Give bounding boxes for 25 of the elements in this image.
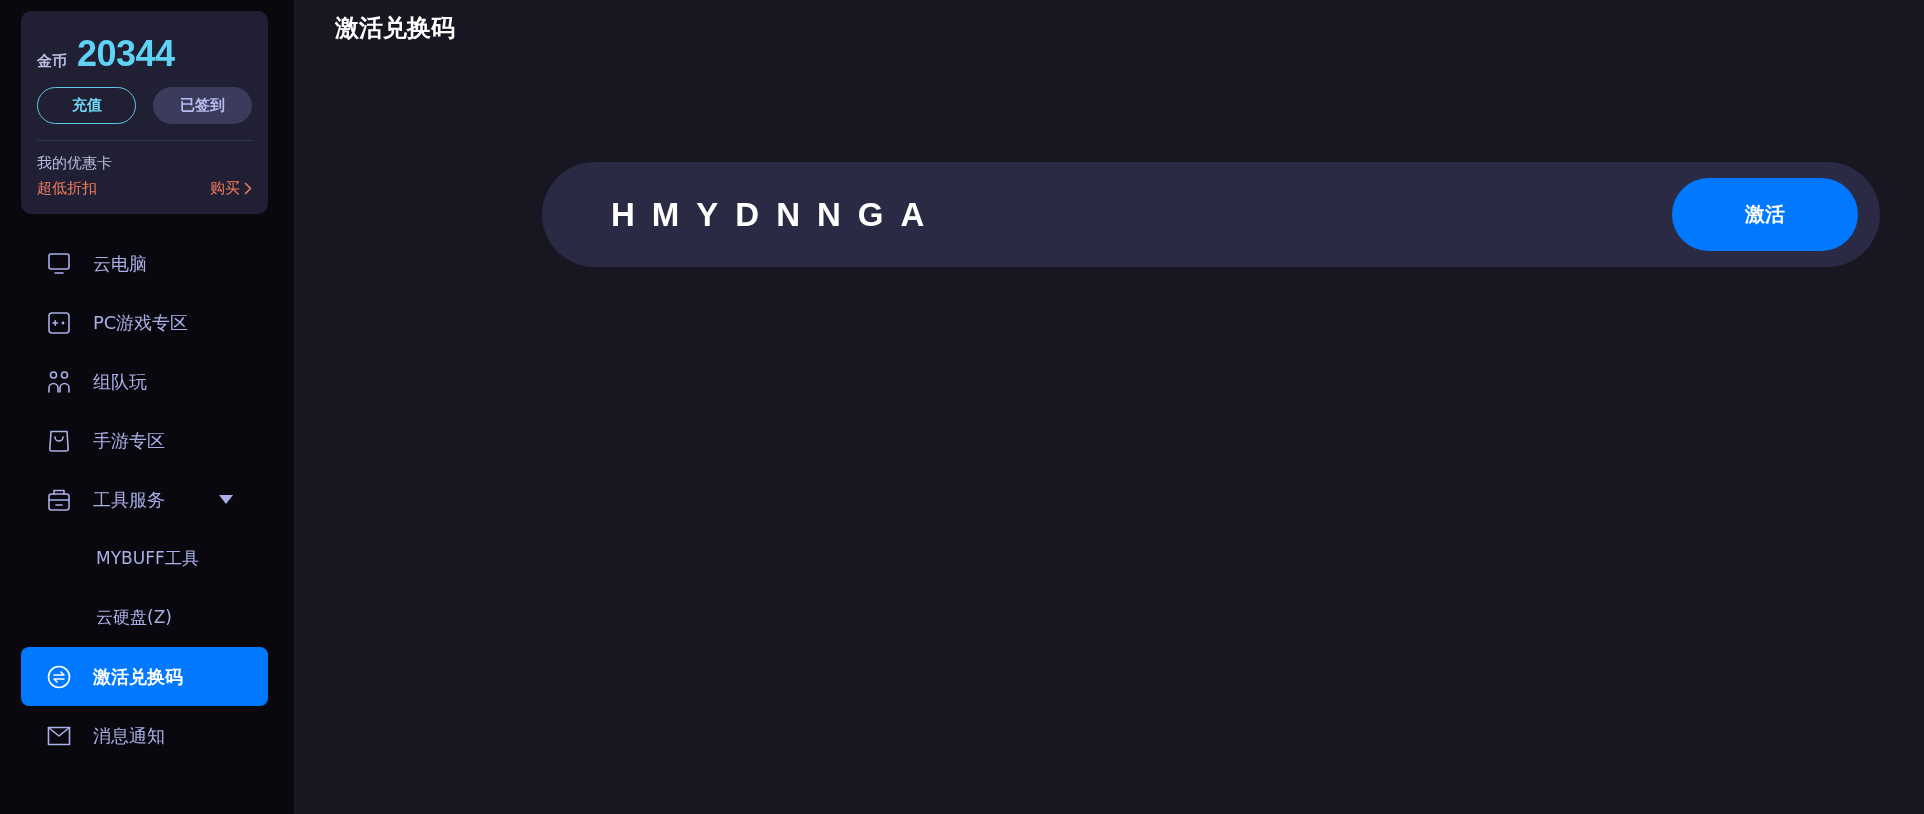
nav-item[interactable]: 工具服务 bbox=[21, 470, 268, 529]
nav-item[interactable]: PC游戏专区 bbox=[21, 293, 268, 352]
nav-item[interactable]: 激活兑换码 bbox=[21, 647, 268, 706]
activate-button[interactable]: 激活 bbox=[1672, 178, 1858, 251]
coupon-note: 超低折扣 bbox=[37, 178, 97, 198]
nav-item[interactable]: 消息通知 bbox=[21, 706, 268, 765]
nav-item[interactable]: 云电脑 bbox=[21, 234, 268, 293]
nav-item[interactable]: MYBUFF工具 bbox=[21, 529, 268, 588]
monitor-icon bbox=[47, 251, 71, 276]
page-title: 激活兑换码 bbox=[335, 13, 456, 44]
buy-link[interactable]: 购买 bbox=[210, 178, 252, 198]
coin-amount: 20344 bbox=[77, 33, 175, 75]
coin-label: 金币 bbox=[37, 52, 67, 71]
gamepad-icon bbox=[47, 310, 71, 335]
caret-down-icon[interactable] bbox=[219, 495, 233, 504]
nav-item[interactable]: 云硬盘(Z) bbox=[21, 588, 268, 647]
toolbox-icon bbox=[47, 487, 71, 512]
shopping-bag-icon bbox=[47, 428, 71, 453]
people-icon bbox=[47, 369, 71, 394]
check-in-button[interactable]: 已签到 bbox=[153, 87, 252, 124]
exchange-icon bbox=[47, 664, 71, 689]
chevron-right-icon bbox=[244, 181, 252, 195]
coupon-title: 我的优惠卡 bbox=[37, 153, 113, 173]
nav-item[interactable]: 手游专区 bbox=[21, 411, 268, 470]
nav-item[interactable]: 组队玩 bbox=[21, 352, 268, 411]
